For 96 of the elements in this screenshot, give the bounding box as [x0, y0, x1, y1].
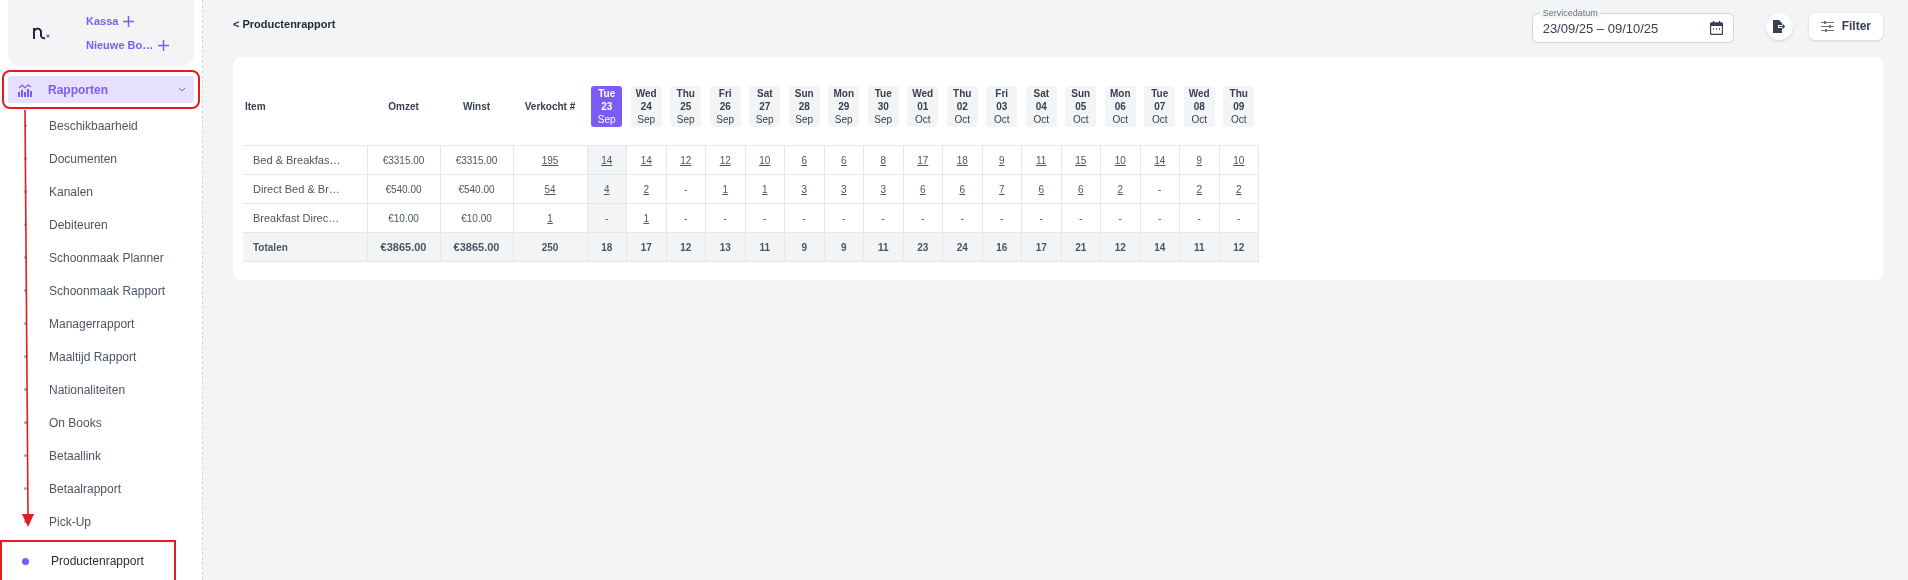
- table-cell: €540.00: [440, 174, 513, 204]
- column-header: Item: [243, 67, 367, 146]
- count-link[interactable]: 1: [547, 212, 553, 224]
- day-header: Sun 28 Sep: [788, 85, 820, 127]
- day-header: Wed 08 Oct: [1183, 85, 1215, 127]
- column-header: Winst: [440, 67, 513, 146]
- count-link[interactable]: 3: [880, 183, 887, 195]
- day-header: Wed 01 Oct: [907, 85, 939, 127]
- count-link[interactable]: 11: [1036, 154, 1047, 166]
- count-link[interactable]: 10: [759, 154, 771, 166]
- plus-icon: [158, 39, 170, 51]
- count-link[interactable]: 15: [1075, 154, 1087, 166]
- count-link[interactable]: 2: [1235, 183, 1242, 195]
- count-link[interactable]: 10: [1233, 154, 1245, 166]
- logo-icon: [32, 25, 52, 42]
- count-link[interactable]: 3: [840, 183, 847, 195]
- count-link[interactable]: 9: [998, 154, 1005, 166]
- count-link[interactable]: 12: [680, 154, 692, 166]
- day-header: Sat 04 Oct: [1025, 85, 1057, 127]
- submenu-item[interactable]: Documenten: [8, 142, 118, 175]
- calendar-icon: [1709, 21, 1723, 35]
- count-link[interactable]: 54: [544, 183, 556, 195]
- submenu-item[interactable]: Productenrapport: [2, 542, 174, 580]
- export-button[interactable]: [1765, 12, 1793, 40]
- count-link[interactable]: 1: [643, 212, 650, 224]
- count-link[interactable]: 10: [1114, 154, 1126, 166]
- count-link[interactable]: 14: [601, 154, 613, 166]
- plus-icon: [123, 15, 135, 27]
- submenu-item[interactable]: Betaallink: [8, 439, 102, 472]
- count-link[interactable]: 3: [801, 183, 808, 195]
- submenu-item[interactable]: Nationaliteiten: [8, 373, 126, 406]
- table-cell: €540.00: [367, 174, 440, 204]
- count-link[interactable]: 2: [1117, 183, 1124, 195]
- submenu-item[interactable]: Kanalen: [8, 175, 94, 208]
- sliders-icon: [1820, 20, 1834, 32]
- day-header: Mon 06 Oct: [1104, 85, 1136, 127]
- back-link[interactable]: < Productenrapport: [233, 18, 336, 30]
- count-link[interactable]: 9: [1196, 154, 1203, 166]
- table-cell: Bed & Breakfas…: [243, 145, 367, 175]
- day-header: Sat 27 Sep: [749, 85, 781, 127]
- count-link[interactable]: 6: [1077, 183, 1084, 195]
- table-cell: €3865.00: [367, 232, 440, 262]
- table-cell: €3865.00: [440, 232, 513, 262]
- submenu-item[interactable]: Schoonmaak Rapport: [8, 274, 166, 307]
- count-link[interactable]: 4: [603, 183, 610, 195]
- submenu-item[interactable]: Beschikbaarheid: [8, 109, 138, 142]
- column-header: Verkocht #: [513, 67, 587, 146]
- submenu-item[interactable]: Debiteuren: [8, 208, 108, 241]
- count-link[interactable]: 6: [801, 154, 808, 166]
- count-link[interactable]: 12: [719, 154, 731, 166]
- filter-button[interactable]: Filter: [1808, 12, 1883, 40]
- day-header: Tue 30 Sep: [867, 85, 899, 127]
- day-header: Tue 07 Oct: [1144, 85, 1176, 127]
- quick-action-button[interactable]: Nieuwe Bo…: [86, 39, 170, 52]
- table-cell: Direct Bed & Br…: [243, 174, 367, 204]
- count-link[interactable]: 2: [1196, 183, 1203, 195]
- submenu-item[interactable]: Schoonmaak Planner: [8, 241, 164, 274]
- quick-action-button[interactable]: Kassa: [86, 15, 170, 28]
- chart-icon: [18, 82, 32, 97]
- day-header: Sun 05 Oct: [1065, 85, 1097, 127]
- submenu-item[interactable]: Managerrapport: [8, 307, 135, 340]
- day-header: Thu 25 Sep: [670, 85, 702, 127]
- day-header: Thu 09 Oct: [1223, 85, 1255, 127]
- count-link[interactable]: 6: [919, 183, 926, 195]
- table-cell: 250: [513, 232, 587, 262]
- submenu-item[interactable]: Maaltijd Rapport: [8, 340, 137, 373]
- day-header: Fri 03 Oct: [986, 85, 1018, 127]
- day-header: Thu 02 Oct: [946, 85, 978, 127]
- submenu-item[interactable]: Betaalrapport: [8, 472, 122, 505]
- count-link[interactable]: 18: [956, 154, 968, 166]
- table-cell: €3315.00: [440, 145, 513, 175]
- count-link[interactable]: 14: [640, 154, 652, 166]
- table-cell: €10.00: [367, 203, 440, 233]
- count-link[interactable]: 17: [917, 154, 929, 166]
- count-link[interactable]: 1: [722, 183, 729, 195]
- count-link[interactable]: 6: [1038, 183, 1045, 195]
- table-cell: €10.00: [440, 203, 513, 233]
- column-header: Omzet: [367, 67, 440, 146]
- file-export-icon: [1773, 19, 1786, 33]
- count-link[interactable]: 8: [880, 154, 887, 166]
- day-header: Tue 23 Sep: [591, 85, 623, 127]
- count-link[interactable]: 2: [643, 183, 650, 195]
- day-header: Wed 24 Sep: [630, 85, 662, 127]
- table-cell: €3315.00: [367, 145, 440, 175]
- count-link[interactable]: 14: [1154, 154, 1166, 166]
- submenu-item[interactable]: On Books: [8, 406, 102, 439]
- table-cell: Breakfast Direc…: [243, 203, 367, 233]
- count-link[interactable]: 1: [761, 183, 768, 195]
- table-cell: Totalen: [243, 232, 367, 262]
- count-link[interactable]: 6: [840, 154, 847, 166]
- count-link[interactable]: 7: [998, 183, 1005, 195]
- day-header: Mon 29 Sep: [828, 85, 860, 127]
- count-link[interactable]: 6: [959, 183, 966, 195]
- day-header: Fri 26 Sep: [709, 85, 741, 127]
- field-label: Servicedatum: [1539, 7, 1601, 19]
- count-link[interactable]: 195: [541, 154, 559, 166]
